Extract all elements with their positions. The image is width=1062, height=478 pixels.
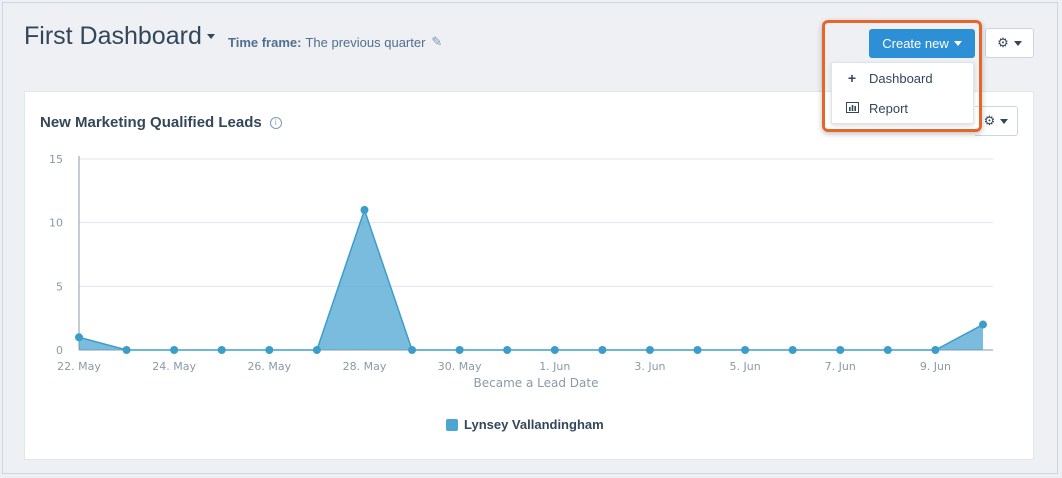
x-tick-label: 26. May	[247, 360, 291, 373]
data-point[interactable]	[598, 346, 607, 354]
data-point[interactable]	[312, 346, 321, 354]
series-line	[78, 207, 984, 351]
menu-item-label: Report	[869, 100, 909, 116]
data-point[interactable]	[265, 346, 274, 354]
y-tick-label: 10	[49, 217, 63, 230]
data-point[interactable]	[503, 346, 512, 354]
data-point[interactable]	[693, 346, 702, 354]
create-new-menu: + Dashboard Report	[831, 62, 974, 124]
x-tick-label: 9. Jun	[920, 360, 951, 373]
x-axis-ticks: 22. May 24. May 26. May 28. May 30. May 1. Ju…	[57, 360, 951, 373]
x-tick-label: 28. May	[343, 360, 387, 373]
series-area	[79, 209, 983, 350]
data-point[interactable]	[645, 346, 654, 354]
legend-item[interactable]: Lynsey Vallandingham	[446, 417, 604, 432]
data-point[interactable]	[550, 346, 559, 354]
data-point[interactable]	[836, 346, 845, 354]
y-tick-label: 5	[56, 280, 63, 293]
menu-item-label: Dashboard	[869, 70, 933, 86]
x-tick-label: 30. May	[438, 360, 482, 373]
y-tick-label: 0	[56, 344, 63, 357]
data-point[interactable]	[360, 205, 369, 214]
y-tick-label: 15	[49, 153, 63, 166]
bar-chart-icon	[845, 100, 859, 116]
chart-series	[75, 205, 987, 354]
x-tick-label: 7. Jun	[825, 360, 856, 373]
x-tick-label: 5. Jun	[730, 360, 761, 373]
data-point[interactable]	[931, 346, 940, 354]
data-point[interactable]	[455, 346, 464, 354]
data-point[interactable]	[979, 320, 987, 329]
x-tick-label: 24. May	[152, 360, 196, 373]
x-tick-label: 3. Jun	[634, 360, 665, 373]
data-point[interactable]	[788, 346, 797, 354]
x-tick-label: 1. Jun	[539, 360, 570, 373]
x-tick-label: 22. May	[57, 360, 101, 373]
legend-label: Lynsey Vallandingham	[464, 417, 604, 432]
legend-swatch	[446, 418, 458, 431]
plus-icon: +	[847, 70, 857, 86]
data-point[interactable]	[883, 346, 892, 354]
data-point[interactable]	[741, 346, 750, 354]
menu-item-dashboard[interactable]: + Dashboard	[832, 63, 973, 93]
data-point[interactable]	[122, 346, 131, 354]
data-point[interactable]	[75, 333, 83, 342]
data-point[interactable]	[170, 346, 179, 354]
data-point[interactable]	[408, 346, 417, 354]
x-axis-label: Became a Lead Date	[474, 376, 599, 390]
data-point[interactable]	[217, 346, 226, 354]
menu-item-report[interactable]: Report	[832, 93, 973, 123]
chart-grid	[78, 156, 993, 351]
y-axis-ticks: 0 5 10 15	[49, 153, 63, 357]
